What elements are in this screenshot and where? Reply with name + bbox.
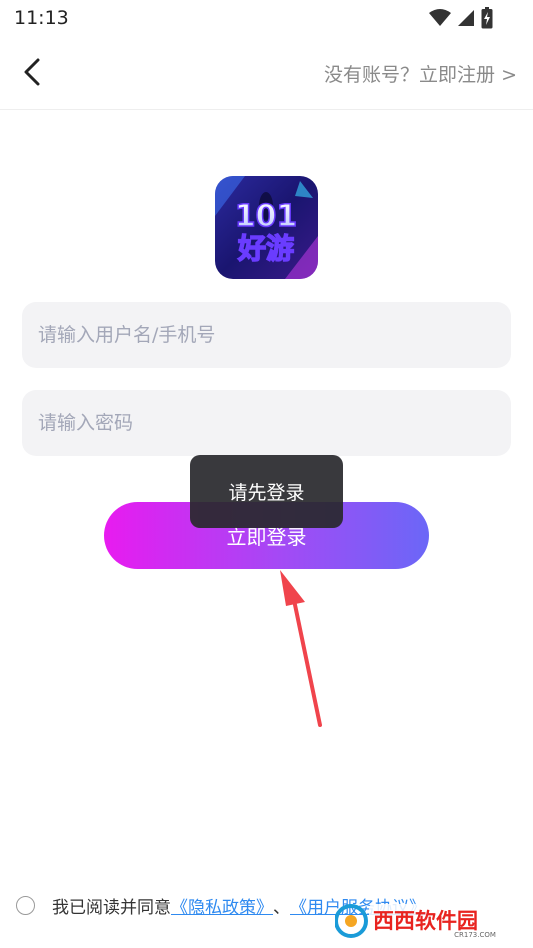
agreement-prefix: 我已阅读并同意 [52,897,171,918]
username-field-wrapper [22,302,511,368]
app-logo: 101 好游 [215,176,318,279]
register-link[interactable]: 没有账号？立即注册 > [324,60,517,87]
wifi-icon [429,9,451,27]
back-button[interactable] [12,54,52,94]
watermark-brand: 西西软件园 [373,909,478,933]
logo-text-name: 好游 [237,232,294,265]
username-input[interactable] [22,302,511,368]
arrow-annotation-icon [280,570,322,727]
watermark-logo: 西西软件园 CR173.COM [335,904,513,939]
status-icons [429,7,493,29]
logo-text-number: 101 [235,199,298,234]
nav-bar: 没有账号？立即注册 > [0,36,533,110]
agreement-separator: 、 [273,897,290,918]
chevron-left-icon [23,58,41,90]
signal-icon [457,9,475,27]
password-input[interactable] [22,390,511,456]
agreement-checkbox[interactable] [16,895,35,915]
password-field-wrapper [22,390,511,456]
status-bar: 11:13 [0,0,533,36]
toast-message: 请先登录 [190,455,343,528]
login-screen: 11:13 没有账号？立即注册 > 101 好游 请输入用户名/手机号 立即登录… [0,0,533,948]
status-time: 11:13 [14,7,69,29]
privacy-policy-link[interactable]: 《隐私政策》 [171,893,273,918]
battery-icon [481,7,493,29]
watermark-domain: CR173.COM [454,931,496,939]
